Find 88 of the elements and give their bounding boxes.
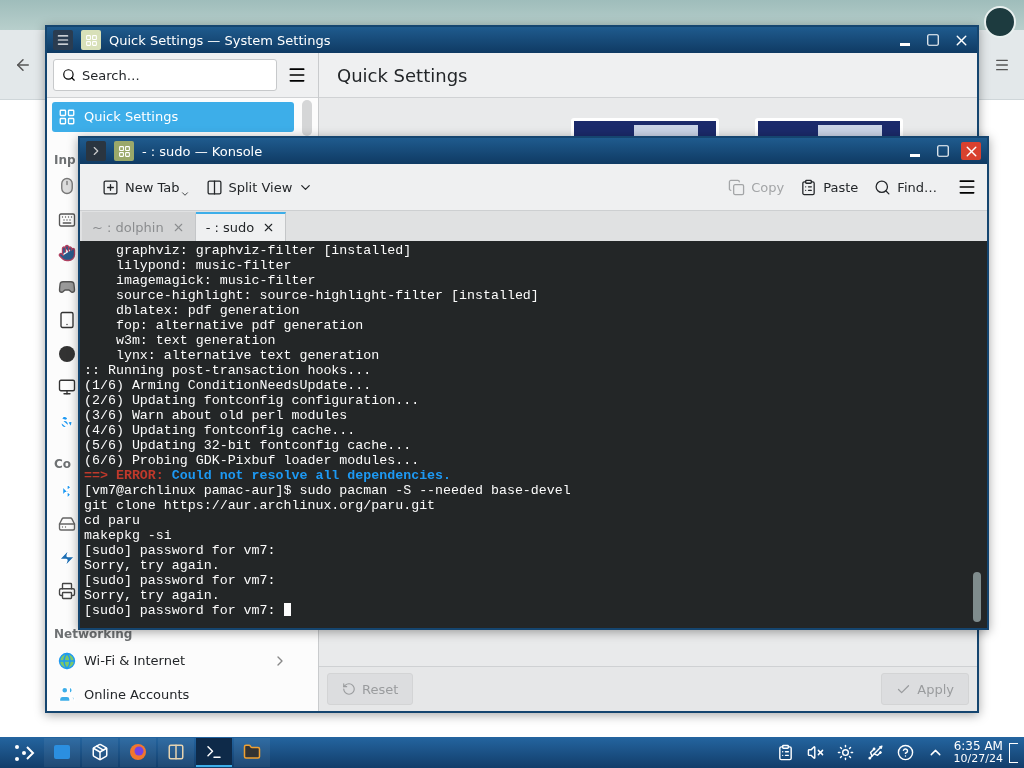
terminal-line: source-highlight: source-highlight-filter [installed] (114, 288, 540, 303)
section-header: Networking (54, 626, 133, 642)
terminal-line: git clone https://aur.archlinux.org/paru.git (84, 498, 437, 513)
terminal-line: Sorry, try again. (84, 558, 221, 573)
search-icon (62, 68, 76, 82)
sidebar-item[interactable]: Wi-Fi & Internet (52, 645, 294, 676)
terminal-line: (2/6) Updating fontconfig configuration... (84, 393, 421, 408)
window-icon (54, 744, 70, 759)
globe-icon (58, 651, 76, 670)
speaker-muted-icon[interactable] (806, 744, 824, 761)
package-icon (91, 742, 109, 761)
accounts-icon (58, 685, 76, 704)
sphere-icon (58, 344, 76, 363)
copy-icon (728, 178, 746, 196)
terminal-line: (6/6) Probing GDK-Pixbuf loader modules... (84, 453, 421, 468)
window-title: - : sudo — Konsole (142, 143, 264, 159)
terminal[interactable] (80, 241, 987, 628)
undo-icon (342, 682, 356, 696)
tablet-icon (58, 311, 76, 330)
quick-settings-icon (58, 107, 76, 126)
new-tab-icon (102, 178, 119, 196)
app-launcher-icon[interactable] (12, 742, 36, 763)
terminal-line: [sudo] password for vm7: (84, 543, 277, 558)
section-header: Co (54, 456, 72, 472)
terminal-line: (1/6) Arming ConditionNeedsUpdate... (84, 378, 373, 393)
terminal-line: graphviz: graphviz-filter [installed] (114, 243, 413, 258)
minimize-icon (910, 153, 920, 157)
terminal-line: lilypond: music-filter (114, 258, 293, 273)
new-tab-button[interactable]: New Tab (96, 170, 196, 204)
sidebar-item[interactable]: Online Accounts (52, 679, 294, 709)
mouse-icon (58, 177, 76, 196)
browser-icon (129, 742, 147, 761)
terminal-line: w3m: text generation (114, 333, 277, 348)
terminal-line: :: Running post-transaction hooks... (84, 363, 373, 378)
menu-icon[interactable] (957, 177, 977, 197)
hand-icon (58, 244, 76, 263)
window-menu-icon[interactable] (114, 141, 134, 161)
terminal-line: ==> ERROR: Could not resolve all dependencies. (84, 468, 453, 483)
paste-button[interactable]: Paste (794, 170, 865, 204)
app-icon (86, 141, 106, 161)
clipboard-icon (800, 178, 818, 196)
help-icon[interactable] (896, 744, 914, 761)
terminal-line: [sudo] password for vm7: (84, 573, 277, 588)
columns-icon (167, 742, 185, 761)
window-title: Quick Settings — System Settings (109, 32, 332, 48)
search-field[interactable]: Search… (53, 59, 277, 91)
show-desktop-button[interactable] (1009, 742, 1018, 763)
terminal-line: dblatex: pdf generation (114, 303, 301, 318)
task-button[interactable] (234, 738, 270, 767)
split-button[interactable]: Split View (199, 170, 320, 204)
monitor-icon (58, 378, 76, 397)
section-header: Inp (54, 152, 76, 168)
terminal-line: (5/6) Updating 32-bit fontconfig cache... (84, 438, 413, 453)
search-icon (874, 178, 892, 196)
printer-icon (58, 582, 76, 601)
keyboard-icon (58, 210, 76, 229)
terminal-line: (3/6) Warn about old perl modules (84, 408, 349, 423)
terminal-line: imagemagick: music-filter (114, 273, 317, 288)
terminal-line: Sorry, try again. (84, 588, 221, 603)
usb-icon[interactable] (866, 744, 884, 761)
app-icon (53, 30, 73, 50)
page-title: Quick Settings (337, 64, 468, 86)
scrollbar[interactable] (302, 100, 312, 136)
terminal-line: lynx: alternative text generation (114, 348, 381, 363)
drive-icon (58, 515, 76, 534)
brightness-icon[interactable] (836, 744, 854, 761)
terminal-line: [vm7@archlinux pamac-aur]$ sudo pacman -S --needed base-devel (84, 483, 572, 498)
columns-icon (205, 178, 223, 196)
folder-icon (243, 742, 261, 761)
menu-icon[interactable] (287, 65, 307, 85)
maximize-icon (936, 144, 950, 158)
task-button[interactable] (82, 738, 118, 767)
chevron-icon (179, 189, 190, 199)
minimize-icon (900, 42, 910, 46)
clock[interactable]: 6:35 AM 10/27/24 (953, 740, 1003, 765)
terminal-tab[interactable]: - : sudo (195, 212, 287, 241)
find-button[interactable]: Find… (868, 170, 943, 204)
scrollbar-thumb[interactable] (973, 572, 981, 622)
maximize-icon (926, 33, 940, 47)
terminal-line: makepkg -si (84, 528, 173, 543)
terminal-line: cd paru (84, 513, 141, 528)
task-button[interactable] (196, 738, 232, 767)
task-button[interactable] (158, 738, 194, 767)
terminal-line: [sudo] password for vm7: (84, 603, 969, 618)
close-button[interactable] (961, 142, 981, 160)
terminal-line: fop: alternative pdf generation (114, 318, 365, 333)
terminal-line: (4/6) Updating fontconfig cache... (84, 423, 357, 438)
clipboard-icon[interactable] (776, 744, 794, 761)
